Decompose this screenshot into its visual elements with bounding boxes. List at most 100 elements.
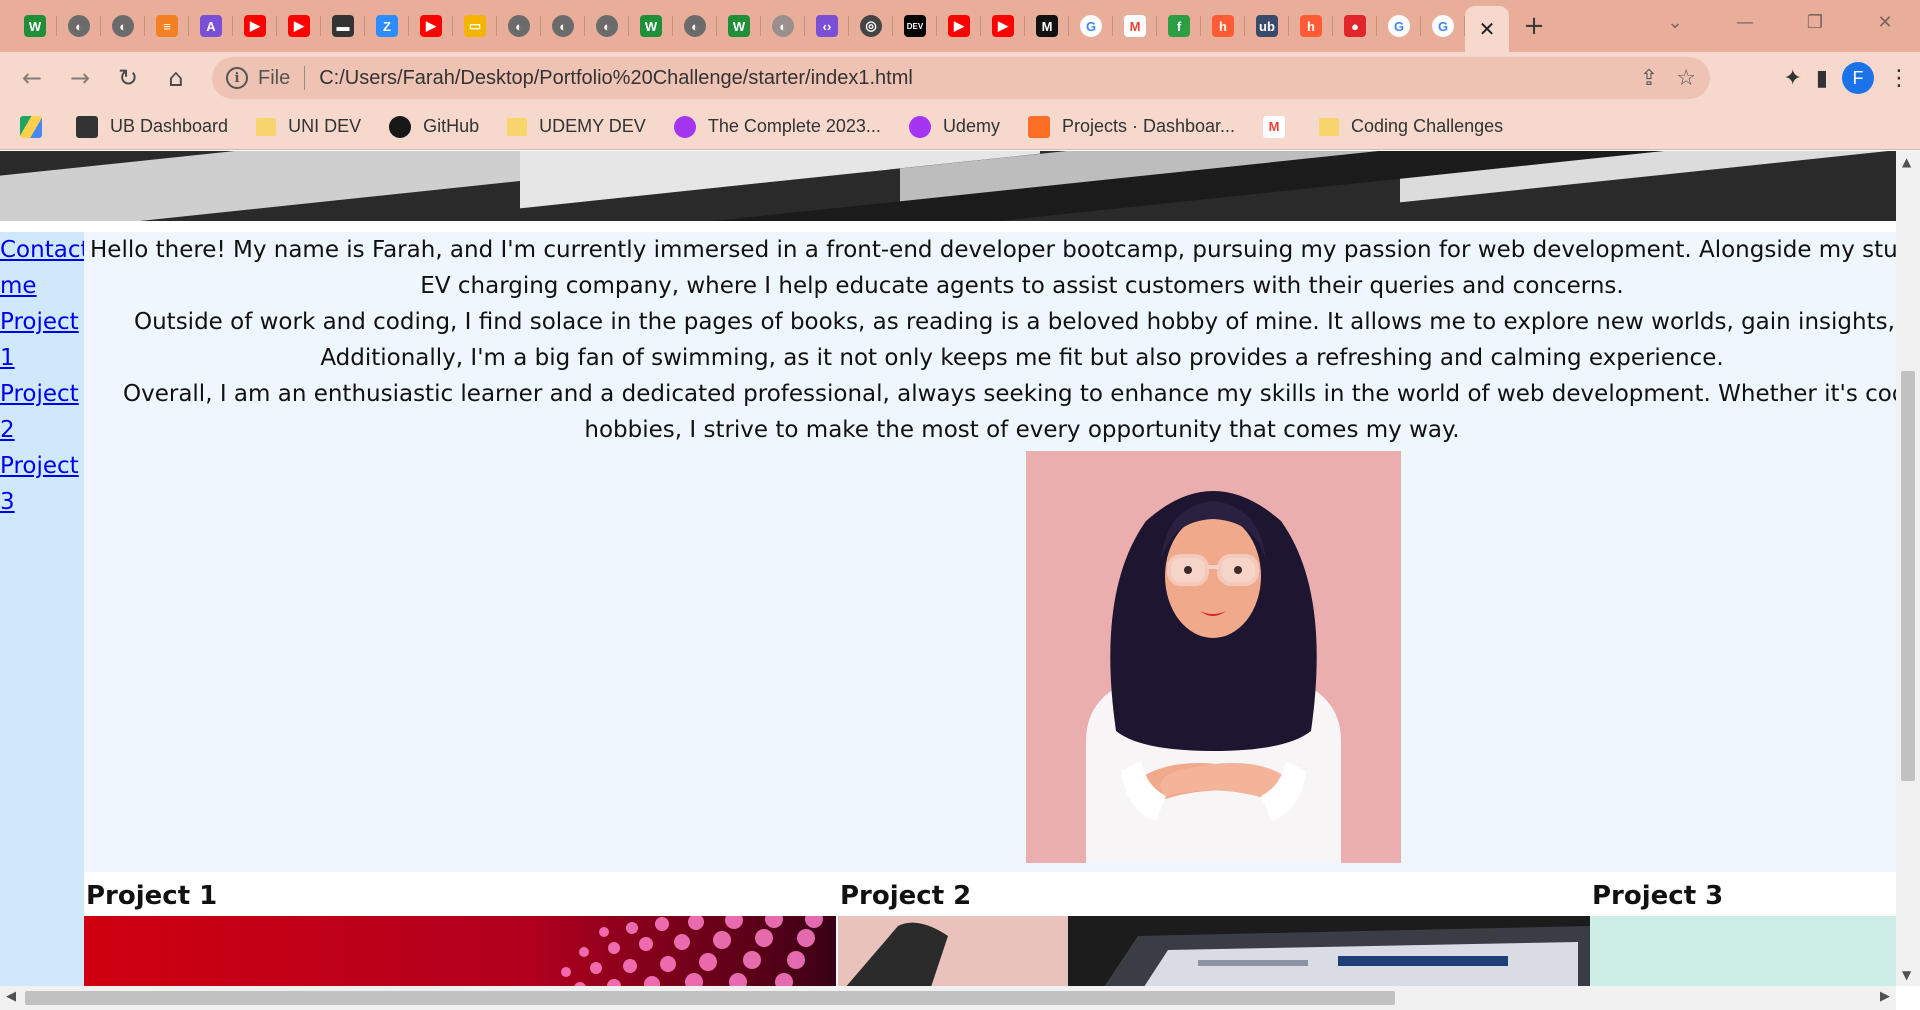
projects-section: Project 1 Project 2 Project 3: [84, 872, 1896, 986]
bookmark-label: UNI DEV: [288, 116, 362, 136]
browser-tab[interactable]: ▶: [233, 0, 277, 52]
browser-tab[interactable]: W: [717, 0, 761, 52]
close-tab-icon[interactable]: ✕: [1479, 17, 1496, 41]
bookmark-item[interactable]: Udemy: [908, 115, 1000, 138]
globe-icon: ◐: [596, 15, 618, 37]
scroll-up-arrow-icon[interactable]: ▲: [1902, 155, 1911, 169]
browser-tab[interactable]: h: [1201, 0, 1245, 52]
tab-strip: W ◐ ◐ ≡ A ▶ ▶ ▬ Z ▶ ▭ ◐ ◐ ◐ W ◐ W ◐ ‹› ◎ DEV ▶ ▶ M G Mf h ub h ● G G ✕ …: [0, 0, 1920, 52]
vertical-scroll-thumb[interactable]: [1901, 371, 1915, 781]
bookmark-item[interactable]: The Complete 2023...: [673, 115, 881, 138]
udemy-icon: [673, 115, 696, 138]
nav-link-project-1-number[interactable]: 1: [0, 340, 84, 376]
site-info-icon[interactable]: i: [226, 67, 248, 89]
browser-tab[interactable]: ub: [1245, 0, 1289, 52]
browser-tab[interactable]: h: [1289, 0, 1333, 52]
scroll-left-arrow-icon[interactable]: ◀: [6, 989, 16, 1004]
browser-tab[interactable]: ●: [1333, 0, 1377, 52]
profile-illustration: [1026, 451, 1401, 863]
youtube-icon: ▶: [420, 15, 442, 37]
browser-tab[interactable]: ◐: [57, 0, 101, 52]
bookmark-item[interactable]: UDEMY DEV: [507, 116, 646, 137]
reload-button[interactable]: ↻: [104, 54, 152, 102]
address-actions: ⇪ ☆: [1640, 57, 1696, 99]
browser-tab[interactable]: G: [1377, 0, 1421, 52]
bookmark-item[interactable]: Projects · Dashboar...: [1027, 115, 1235, 138]
browser-tab[interactable]: ▶: [937, 0, 981, 52]
globe-icon: ◐: [112, 15, 134, 37]
project-card-2[interactable]: Project 2: [838, 872, 1590, 986]
address-bar[interactable]: i File C:/Users/Farah/Desktop/Portfolio%…: [212, 57, 1710, 99]
browser-tab[interactable]: ‹›: [805, 0, 849, 52]
browser-tab[interactable]: ◐: [497, 0, 541, 52]
nav-link-project-3[interactable]: Project: [0, 448, 84, 484]
scroll-down-arrow-icon[interactable]: ▼: [1902, 968, 1911, 982]
medium-icon: M: [1036, 15, 1058, 37]
horizontal-scrollbar[interactable]: ◀ ▶: [0, 986, 1896, 1010]
horizontal-scroll-thumb[interactable]: [25, 991, 1395, 1005]
browser-tab[interactable]: ▶: [409, 0, 453, 52]
share-icon[interactable]: ⇪: [1640, 66, 1658, 91]
bookmark-item[interactable]: M: [1263, 115, 1297, 138]
bookmark-label: UB Dashboard: [110, 116, 229, 136]
browser-tab[interactable]: G: [1421, 0, 1465, 52]
browser-tab[interactable]: ◐: [585, 0, 629, 52]
browser-tab[interactable]: ▶: [981, 0, 1025, 52]
profile-avatar[interactable]: F: [1842, 62, 1874, 94]
menu-icon[interactable]: ⋮: [1888, 66, 1910, 91]
url-text[interactable]: C:/Users/Farah/Desktop/Portfolio%20Chall…: [319, 67, 913, 90]
browser-tab[interactable]: ◐: [673, 0, 717, 52]
extensions-icon[interactable]: ✦: [1783, 66, 1801, 91]
record-icon: ●: [1344, 15, 1366, 37]
bookmark-item[interactable]: [20, 115, 54, 138]
about-paragraph: Hello there! My name is Farah, and I'm c…: [84, 232, 1896, 448]
browser-tab[interactable]: W: [629, 0, 673, 52]
back-button[interactable]: ←: [8, 54, 56, 102]
project-card-1[interactable]: Project 1: [84, 872, 836, 986]
browser-tab[interactable]: A: [189, 0, 233, 52]
browser-tab[interactable]: ▶: [277, 0, 321, 52]
browser-tab[interactable]: ▬: [321, 0, 365, 52]
browser-tab[interactable]: ◐: [761, 0, 805, 52]
nav-link-project-1[interactable]: Project: [0, 304, 84, 340]
home-button[interactable]: ⌂: [152, 54, 200, 102]
scroll-right-arrow-icon[interactable]: ▶: [1880, 989, 1890, 1004]
terminal-icon: ▬: [332, 15, 354, 37]
about-line: Hello there! My name is Farah, and I'm c…: [90, 237, 1896, 263]
nav-link-project-2-number[interactable]: 2: [0, 412, 84, 448]
bookmark-item[interactable]: UNI DEV: [256, 116, 361, 137]
browser-tab[interactable]: M: [1025, 0, 1069, 52]
nav-link-contact-me[interactable]: me: [0, 268, 84, 304]
vertical-scrollbar[interactable]: ▲ ▼: [1896, 151, 1920, 986]
side-panel-icon[interactable]: ▮: [1816, 66, 1828, 91]
bookmark-item[interactable]: GitHub: [389, 115, 480, 138]
browser-tab[interactable]: ▭: [453, 0, 497, 52]
tab-search-icon[interactable]: ⌄: [1640, 12, 1710, 33]
close-window-button[interactable]: ✕: [1850, 12, 1920, 33]
browser-tab[interactable]: ◎: [849, 0, 893, 52]
browser-tab[interactable]: M: [1113, 0, 1157, 52]
browser-tab[interactable]: ◐: [101, 0, 145, 52]
restore-button[interactable]: ❐: [1780, 12, 1850, 33]
bookmark-star-icon[interactable]: ☆: [1676, 66, 1696, 91]
browser-tab[interactable]: ◐: [541, 0, 585, 52]
browser-tab[interactable]: G: [1069, 0, 1113, 52]
browser-tab[interactable]: Z: [365, 0, 409, 52]
minimize-button[interactable]: —: [1710, 12, 1780, 33]
bookmark-label: GitHub: [423, 116, 480, 136]
nav-link-project-3-number[interactable]: 3: [0, 484, 84, 520]
forward-button[interactable]: →: [56, 54, 104, 102]
browser-tab[interactable]: ≡: [145, 0, 189, 52]
active-tab[interactable]: ✕: [1465, 6, 1509, 52]
globe-icon: ◐: [552, 15, 574, 37]
browser-tab[interactable]: DEV: [893, 0, 937, 52]
new-tab-button[interactable]: +: [1509, 0, 1559, 52]
project-card-3[interactable]: Project 3: [1590, 872, 1896, 986]
browser-tab[interactable]: f: [1157, 0, 1201, 52]
browser-tab[interactable]: W: [13, 0, 57, 52]
nav-link-contact[interactable]: Contact: [0, 232, 89, 268]
bookmark-item[interactable]: Coding Challenges: [1319, 116, 1503, 137]
bookmark-item[interactable]: UB Dashboard: [76, 115, 229, 138]
about-line: Additionally, I'm a big fan of swimming,…: [320, 345, 1724, 371]
nav-link-project-2[interactable]: Project: [0, 376, 84, 412]
